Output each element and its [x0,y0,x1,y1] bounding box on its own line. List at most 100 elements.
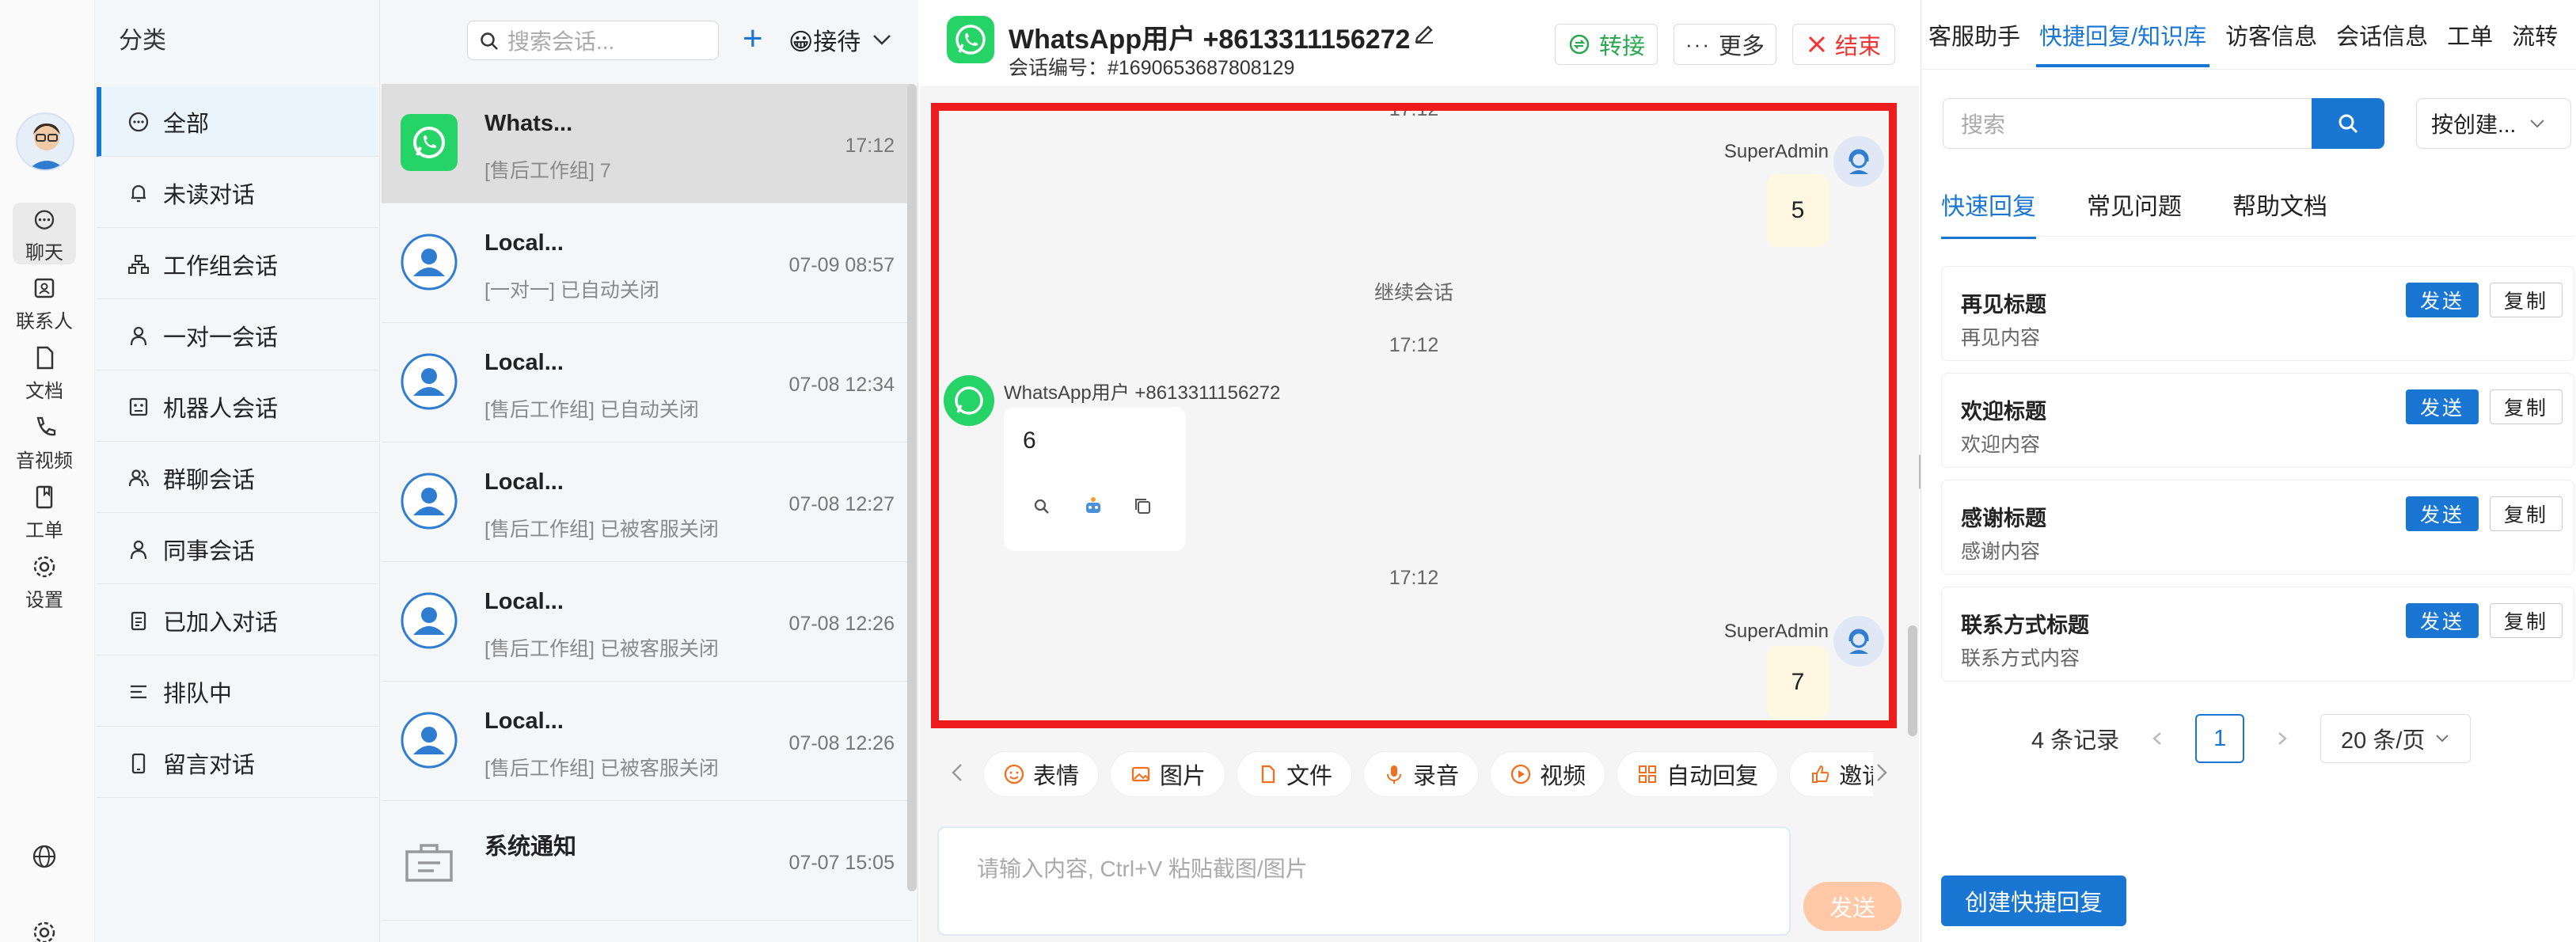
grid-icon [1636,763,1658,785]
ticket-icon [36,485,53,509]
conversation-item[interactable]: Local... [一对一] 已自动关闭 07-09 08:57 [382,203,912,323]
quick-reply-content: 感谢内容 [1961,541,2041,563]
conversation-preview: [售后工作组] 已自动关闭 [484,399,699,421]
reply-subtab[interactable]: 快速回复 [1941,187,2036,239]
message-list: 17:12 SuperAdmin 5 继续会话 17:12 WhatsApp用户… [931,103,1897,728]
reply-subtab[interactable]: 帮助文档 [2232,187,2327,239]
conversation-item[interactable]: Whats... [售后工作组] 7 17:12 [382,84,912,203]
edit-icon[interactable] [1412,21,1436,48]
conversation-item[interactable]: Local... [售后工作组] 已自动关闭 07-08 12:34 [382,323,912,443]
category-item[interactable]: 未读对话 [97,158,378,228]
category-item[interactable]: 工作组会话 [97,230,378,299]
quick-reply-content: 联系方式内容 [1961,648,2080,670]
conversation-search-input[interactable]: 搜索会话... [467,21,719,60]
rail-contacts[interactable]: 联系人 [0,274,89,333]
rail-chat[interactable]: 聊天 [13,203,76,264]
reply-subtab[interactable]: 常见问题 [2087,187,2182,239]
chevron-down-icon [873,35,891,45]
contacts-icon [34,278,55,298]
globe-icon[interactable] [30,842,59,875]
agent-status-select[interactable]: 😀接待 [788,22,892,57]
rail-call[interactable]: 音视频 [0,413,89,473]
message-input[interactable]: 请输入内容, Ctrl+V 粘贴截图/图片 [937,826,1791,936]
conversation-item[interactable]: Local... [售后工作组] 已被客服关闭 07-08 12:26 [382,562,912,682]
category-item[interactable]: 留言对话 [97,728,378,798]
emoji-icon [1003,763,1025,785]
create-quick-reply-button[interactable]: 创建快捷回复 [1941,876,2126,926]
transfer-button[interactable]: 转接 [1555,24,1658,65]
quick-reply-send-button[interactable]: 发送 [2406,283,2479,317]
assistant-tab[interactable]: 客服助手 [1925,2,2023,67]
video-icon [1510,763,1532,785]
phone-icon [36,416,56,436]
quick-reply-send-button[interactable]: 发送 [2406,603,2479,638]
conversation-item[interactable]: Local... [售后工作组] 已被客服关闭 07-08 12:26 [382,682,912,801]
page-size-value: 20 条/页 [2341,728,2426,754]
assistant-tab[interactable]: 快捷回复/知识库 [2036,2,2210,67]
copy-icon[interactable] [1132,496,1154,518]
sort-value: 按创建... [2431,112,2517,137]
add-conversation-button[interactable]: + [743,19,763,59]
rail-ticket[interactable]: 工单 [0,483,89,542]
toolbar-button[interactable]: 图片 [1110,751,1226,797]
prev-page-icon[interactable] [2149,727,2165,750]
knowledge-search-input[interactable]: 搜索 [1943,98,2313,149]
category-item[interactable]: 全部 [97,87,378,157]
quick-reply-send-button[interactable]: 发送 [2406,496,2479,531]
toolbar-button[interactable]: 文件 [1237,751,1353,797]
assistant-tab[interactable]: 会话信息 [2333,2,2431,67]
settings-bottom-icon[interactable] [30,918,59,942]
message-text: 6 [1023,427,1036,454]
quick-reply-card: 欢迎标题 欢迎内容 发送 复制 [1941,373,2574,468]
knowledge-search-button[interactable] [2312,98,2384,149]
toolbar-button[interactable]: 表情 [983,751,1100,797]
conversation-preview: [售后工作组] 7 [484,160,611,182]
search-placeholder: 搜索会话... [507,29,615,54]
robot-icon[interactable] [1081,494,1105,518]
quick-reply-copy-button[interactable]: 复制 [2490,389,2563,424]
end-session-button[interactable]: 结束 [1792,24,1895,65]
toolbar-button[interactable]: 自动回复 [1617,751,1779,797]
sort-select[interactable]: 按创建... [2416,98,2571,149]
quick-reply-copy-button[interactable]: 复制 [2490,496,2563,531]
chat-bubble-icon [127,110,150,134]
search-icon[interactable] [1031,496,1053,518]
conversation-preview: [售后工作组] 已被客服关闭 [484,758,719,780]
rail-settings[interactable]: 设置 [0,553,89,612]
conversation-item[interactable]: Local... [售后工作组] 已被客服关闭 07-08 12:27 [382,443,912,562]
message-scrollbar[interactable] [1908,625,1917,736]
category-item[interactable]: 排队中 [97,657,378,727]
send-message-button[interactable]: 发送 [1803,882,1902,931]
close-icon [1808,36,1826,53]
toolbar-prev-icon[interactable] [947,757,967,792]
quick-reply-copy-button[interactable]: 复制 [2490,283,2563,317]
toolbar-next-icon[interactable] [1871,757,1892,792]
next-page-icon[interactable] [2274,727,2290,750]
conversation-name: Whats... [484,111,573,136]
current-page[interactable]: 1 [2195,714,2245,763]
avatar[interactable] [16,112,74,171]
page-size-select[interactable]: 20 条/页 [2320,714,2472,763]
category-item[interactable]: 机器人会话 [97,372,378,442]
category-item[interactable]: 同事会话 [97,515,378,584]
quick-reply-send-button[interactable]: 发送 [2406,389,2479,424]
conversation-scrollbar[interactable] [907,84,917,891]
rail-docs[interactable]: 文档 [0,344,89,403]
quick-reply-copy-button[interactable]: 复制 [2490,603,2563,638]
toolbar-button[interactable]: 录音 [1363,751,1480,797]
conversation-time: 17:12 [845,135,895,157]
conversation-item[interactable]: 系统通知 07-07 15:05 [382,801,912,921]
category-item[interactable]: 已加入对话 [97,586,378,655]
toolbar-button[interactable]: 视频 [1490,751,1606,797]
assistant-tab[interactable]: 流转 [2509,2,2561,67]
group-icon [127,466,150,490]
category-item[interactable]: 一对一会话 [97,301,378,370]
assistant-tab[interactable]: 访客信息 [2222,2,2320,67]
more-button[interactable]: ··· 更多 [1674,24,1776,65]
category-item[interactable]: 群聊会话 [97,443,378,513]
toolbar-button[interactable]: 邀请 [1789,751,1873,797]
conversation-name: Local... [484,469,564,495]
category-label: 群聊会话 [163,467,256,493]
assistant-tab[interactable]: 工单 [2444,2,2496,67]
assistant-tabs: 客服助手 快捷回复/知识库 访客信息 会话信息 工单 流转 [1921,0,2576,70]
